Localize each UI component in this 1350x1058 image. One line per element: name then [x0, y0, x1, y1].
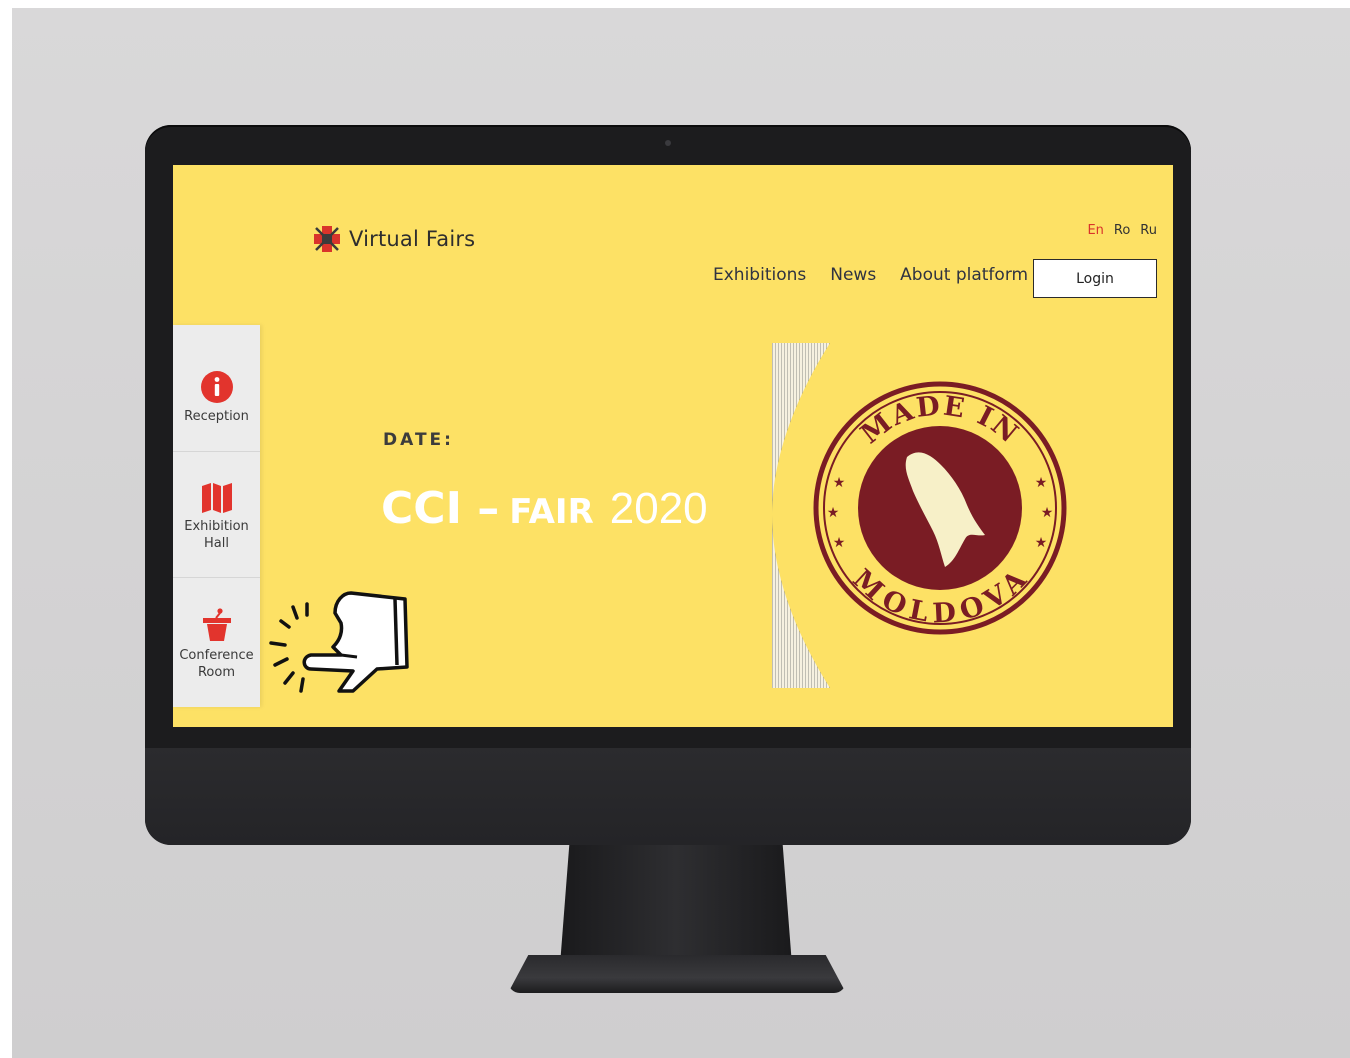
side-item-conference-room[interactable]: Conference Room: [173, 587, 260, 701]
side-item-exhibition-hall[interactable]: Exhibition Hall: [173, 459, 260, 575]
map-icon: [201, 483, 232, 513]
monitor-stand-base: [508, 955, 846, 993]
side-item-label: Conference Room: [179, 648, 254, 680]
side-item-label: Reception: [184, 408, 249, 424]
date-label: DATE:: [383, 430, 454, 450]
monitor-stand: [560, 845, 792, 965]
nav-exhibitions[interactable]: Exhibitions: [713, 265, 806, 285]
pointing-hand-icon: [269, 591, 409, 693]
nav-about-platform[interactable]: About platform: [900, 265, 1028, 285]
website-screen: Virtual Fairs En Ro Ru Exhibitions News …: [173, 165, 1173, 727]
lang-en[interactable]: En: [1087, 223, 1103, 238]
divider: [173, 577, 260, 578]
info-icon: [200, 370, 233, 403]
monitor-chin: [145, 748, 1191, 845]
hero-title-part2: FAIR: [509, 492, 594, 532]
svg-text:★: ★: [833, 475, 846, 491]
language-switcher: En Ro Ru: [1087, 223, 1157, 238]
brand[interactable]: Virtual Fairs: [313, 225, 475, 253]
svg-text:★: ★: [1035, 475, 1048, 491]
hero-title: CCI – FAIR 2020: [381, 483, 708, 534]
svg-text:★: ★: [1041, 505, 1054, 521]
side-item-label: Exhibition Hall: [184, 519, 249, 551]
camera-icon: [665, 140, 671, 146]
lang-ro[interactable]: Ro: [1114, 223, 1130, 238]
svg-text:★: ★: [827, 505, 840, 521]
lang-ru[interactable]: Ru: [1140, 223, 1157, 238]
divider: [173, 451, 260, 452]
virtual-fairs-logo-icon: [314, 226, 340, 252]
made-in-moldova-stamp: MADE IN MOLDOVA ★ ★ ★ ★ ★ ★: [813, 381, 1067, 635]
brand-name: Virtual Fairs: [349, 227, 476, 251]
hero-title-part1: CCI –: [381, 483, 500, 534]
svg-text:★: ★: [1035, 535, 1048, 551]
nav-news[interactable]: News: [830, 265, 876, 285]
side-item-reception[interactable]: Reception: [173, 345, 260, 449]
side-nav: Reception Exhibition Hall Conference Roo…: [173, 325, 260, 707]
login-button[interactable]: Login: [1033, 259, 1157, 298]
hero-title-part3: 2020: [609, 484, 708, 533]
top-nav: Exhibitions News About platform: [713, 265, 1028, 285]
podium-icon: [202, 608, 231, 641]
svg-text:★: ★: [833, 535, 846, 551]
